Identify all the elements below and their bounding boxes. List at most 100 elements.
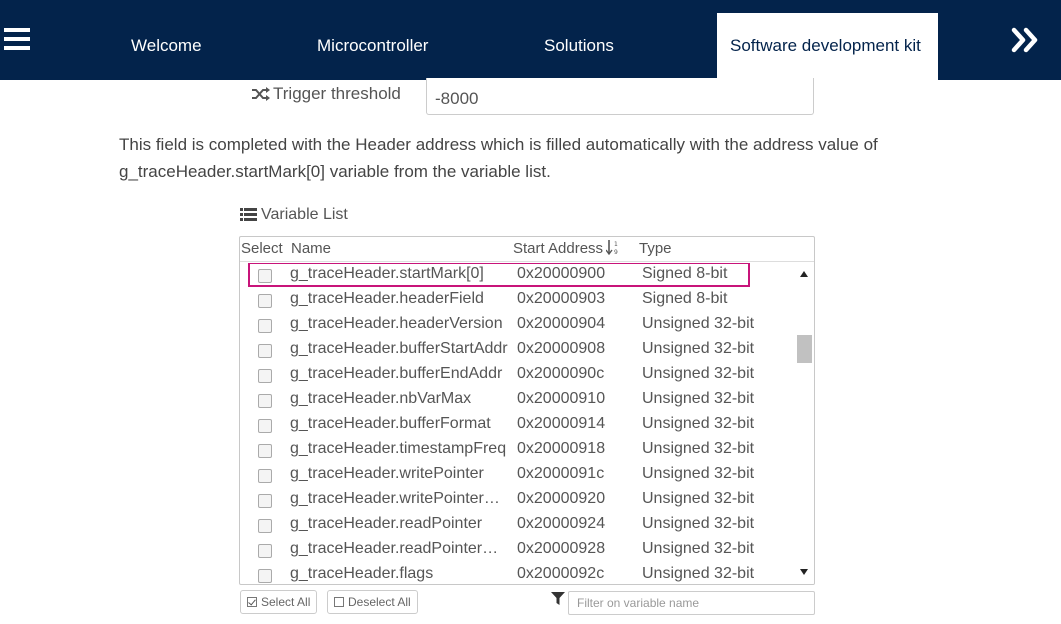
cell-type: Unsigned 32-bit — [642, 315, 755, 332]
row-checkbox[interactable] — [258, 569, 272, 583]
filter-icon — [551, 592, 565, 605]
table-body: g_traceHeader.startMark[0] 0x20000900 Si… — [240, 263, 795, 584]
table-row[interactable]: g_traceHeader.writePointer 0x2000091c Un… — [240, 463, 795, 488]
list-icon — [240, 208, 257, 221]
table-header: Select Name Start Address 1 9 Type — [240, 237, 814, 262]
shuffle-icon — [252, 87, 270, 101]
table-row[interactable]: g_traceHeader.writePointerWrap 0x2000092… — [240, 488, 795, 513]
cell-type: Signed 8-bit — [642, 290, 728, 307]
cell-type: Unsigned 32-bit — [642, 490, 755, 507]
cell-type: Unsigned 32-bit — [642, 515, 755, 532]
row-checkbox[interactable] — [258, 469, 272, 483]
cell-name: g_traceHeader.headerVersion — [290, 315, 503, 332]
cell-name: g_traceHeader.nbVarMax — [290, 390, 472, 407]
variable-list-title-text: Variable List — [261, 206, 348, 223]
cell-address: 0x20000928 — [517, 540, 606, 557]
filter-variable-input[interactable] — [568, 591, 815, 615]
row-checkbox[interactable] — [258, 344, 272, 358]
deselect-all-label: Deselect All — [348, 595, 411, 609]
scroll-down-arrow-icon[interactable] — [800, 569, 808, 575]
tab-software-development-kit[interactable]: Software development kit — [717, 13, 938, 80]
cell-type: Unsigned 32-bit — [642, 415, 755, 432]
cell-type: Signed 8-bit — [642, 265, 728, 282]
table-row[interactable]: g_traceHeader.bufferStartAddr 0x20000908… — [240, 338, 795, 363]
cell-name: g_traceHeader.headerField — [290, 290, 484, 307]
cell-type: Unsigned 32-bit — [642, 390, 755, 407]
checked-box-icon — [247, 597, 257, 607]
row-checkbox[interactable] — [258, 294, 272, 308]
table-row[interactable]: g_traceHeader.nbVarMax 0x20000910 Unsign… — [240, 388, 795, 413]
cell-type: Unsigned 32-bit — [642, 465, 755, 482]
cell-address: 0x2000092c — [517, 565, 605, 582]
cell-name: g_traceHeader.bufferStartAddr — [290, 340, 508, 357]
deselect-all-button[interactable]: Deselect All — [327, 590, 418, 614]
cell-address: 0x20000904 — [517, 315, 606, 332]
tab-welcome[interactable]: Welcome — [131, 13, 202, 80]
table-row[interactable]: g_traceHeader.headerField 0x20000903 Sig… — [240, 288, 795, 313]
row-checkbox[interactable] — [258, 519, 272, 533]
table-row[interactable]: g_traceHeader.readPointer 0x20000924 Uns… — [240, 513, 795, 538]
column-header-start-address-text: Start Address — [513, 240, 604, 257]
cell-name: g_traceHeader.writePointerWrap — [290, 490, 512, 507]
scroll-up-arrow-icon[interactable] — [800, 271, 808, 277]
hamburger-icon[interactable] — [4, 28, 30, 50]
cell-name: g_traceHeader.bufferEndAddr — [290, 365, 503, 382]
row-checkbox[interactable] — [258, 369, 272, 383]
cell-name: g_traceHeader.flags — [290, 565, 434, 582]
cell-address: 0x20000908 — [517, 340, 606, 357]
row-checkbox[interactable] — [258, 419, 272, 433]
cell-name: g_traceHeader.bufferFormat — [290, 415, 491, 432]
cell-type: Unsigned 32-bit — [642, 565, 755, 582]
table-row[interactable]: g_traceHeader.headerVersion 0x20000904 U… — [240, 313, 795, 338]
description-paragraph: This field is completed with the Header … — [119, 135, 878, 181]
vertical-scrollbar[interactable] — [795, 263, 814, 584]
cell-address: 0x20000914 — [517, 415, 606, 432]
scrollbar-thumb[interactable] — [797, 335, 812, 363]
svg-text:9: 9 — [614, 249, 618, 255]
trigger-threshold-text: Trigger threshold — [273, 84, 401, 103]
svg-text:1: 1 — [614, 241, 618, 248]
cell-type: Unsigned 32-bit — [642, 365, 755, 382]
row-checkbox[interactable] — [258, 494, 272, 508]
empty-box-icon — [334, 597, 344, 607]
trigger-threshold-label: Trigger threshold — [251, 84, 401, 104]
top-navigation-bar: Welcome Microcontroller Solutions Softwa… — [0, 0, 1061, 80]
row-checkbox[interactable] — [258, 544, 272, 558]
trigger-threshold-input[interactable] — [426, 78, 814, 115]
cell-name: g_traceHeader.writePointer — [290, 465, 484, 482]
cell-address: 0x20000920 — [517, 490, 606, 507]
cell-type: Unsigned 32-bit — [642, 440, 755, 457]
cell-address: 0x2000090c — [517, 365, 605, 382]
row-checkbox[interactable] — [258, 269, 272, 283]
select-all-button[interactable]: Select All — [240, 590, 318, 614]
cell-address: 0x20000910 — [517, 390, 606, 407]
column-header-type[interactable]: Type — [639, 240, 672, 257]
table-row[interactable]: g_traceHeader.startMark[0] 0x20000900 Si… — [240, 263, 795, 288]
cell-address: 0x2000091c — [517, 465, 605, 482]
table-row[interactable]: g_traceHeader.readPointerWrap 0x20000928… — [240, 538, 795, 563]
cell-address: 0x20000903 — [517, 290, 606, 307]
table-row[interactable]: g_traceHeader.timestampFreq 0x20000918 U… — [240, 438, 795, 463]
cell-name: g_traceHeader.timestampFreq — [290, 440, 507, 457]
cell-type: Unsigned 32-bit — [642, 340, 755, 357]
table-row[interactable]: g_traceHeader.bufferEndAddr 0x2000090c U… — [240, 363, 795, 388]
table-row[interactable]: g_traceHeader.bufferFormat 0x20000914 Un… — [240, 413, 795, 438]
cell-name: g_traceHeader.startMark[0] — [290, 265, 484, 282]
tab-microcontroller[interactable]: Microcontroller — [317, 13, 428, 80]
column-header-start-address[interactable]: Start Address 1 9 — [513, 240, 620, 257]
sort-numeric-asc-icon: 1 9 — [606, 240, 618, 255]
cell-address: 0x20000924 — [517, 515, 606, 532]
double-chevron-right-icon[interactable] — [1006, 16, 1046, 64]
column-header-select[interactable]: Select — [241, 240, 283, 257]
cell-name: g_traceHeader.readPointer — [290, 515, 483, 532]
row-checkbox[interactable] — [258, 394, 272, 408]
select-all-label: Select All — [261, 595, 311, 609]
row-checkbox[interactable] — [258, 319, 272, 333]
cell-address: 0x20000918 — [517, 440, 606, 457]
table-row[interactable]: g_traceHeader.flags 0x2000092c Unsigned … — [240, 563, 795, 584]
tab-solutions[interactable]: Solutions — [544, 13, 614, 80]
column-header-name[interactable]: Name — [291, 240, 331, 257]
row-checkbox[interactable] — [258, 444, 272, 458]
cell-name: g_traceHeader.readPointerWrap — [290, 540, 512, 557]
cell-type: Unsigned 32-bit — [642, 540, 755, 557]
